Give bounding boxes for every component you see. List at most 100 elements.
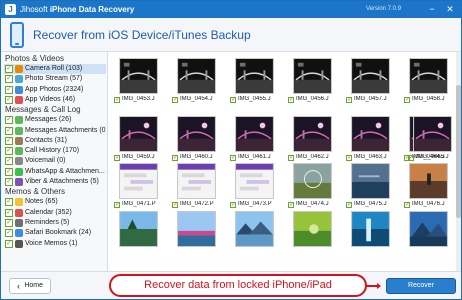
scrollbar-thumb[interactable] [456, 85, 461, 218]
checkbox-icon[interactable]: ✓ [114, 97, 120, 103]
checkbox-icon[interactable]: ✓ [5, 126, 13, 135]
checkbox-icon[interactable]: ✓ [5, 157, 13, 166]
photo-thumbnail[interactable] [351, 58, 390, 94]
sidebar-item[interactable]: ✓ Call History (170) [4, 146, 106, 156]
photo-thumbnail[interactable] [177, 58, 216, 94]
checkbox-icon[interactable]: ✓ [5, 136, 13, 145]
checkbox-icon[interactable]: ✓ [230, 202, 236, 208]
photo-thumbnail[interactable] [119, 211, 158, 247]
sidebar-item[interactable]: ✓ Photo Stream (57) [4, 74, 106, 84]
photo-filename: IMG_0456.J [296, 96, 329, 102]
sidebar-item[interactable]: ✓ Viber & Attachments (5) [4, 177, 106, 187]
checkbox-icon[interactable]: ✓ [346, 202, 352, 208]
sidebar-item-label: Photo Stream (57) [25, 75, 83, 83]
checkbox-icon[interactable]: ✓ [288, 97, 294, 103]
photo-thumbnail[interactable] [409, 163, 448, 199]
photo-thumbnail[interactable] [177, 116, 216, 152]
photo-thumbnail[interactable] [119, 58, 158, 94]
sidebar-item[interactable]: ✓ App Photos (2324) [4, 85, 106, 95]
close-button[interactable]: ✕ [443, 2, 457, 16]
sidebar-item-label: Call History (170) [25, 147, 80, 155]
photo-thumbnail[interactable] [293, 58, 332, 94]
photo-thumbnail[interactable] [413, 116, 452, 152]
photo-thumbnail[interactable] [177, 163, 216, 199]
photo-thumbnail[interactable] [351, 116, 390, 152]
page-header: Recover from iOS Device/iTunes Backup [1, 18, 461, 52]
photo-caption: ✓ IMG_0463.J [346, 154, 394, 161]
photo-thumbnail[interactable] [235, 163, 274, 199]
sidebar-item[interactable]: ✓ Notes (65) [4, 197, 106, 207]
checkbox-icon[interactable]: ✓ [346, 155, 352, 161]
checkbox-icon[interactable]: ✓ [5, 167, 13, 176]
sidebar-item[interactable]: ✓ Voicemail (0) [4, 156, 106, 166]
photo-thumbnail[interactable] [235, 58, 274, 94]
photo-thumbnail[interactable] [119, 163, 158, 199]
sidebar-item[interactable]: ✓ WhatsApp & Attachmen... [4, 167, 106, 177]
checkbox-icon[interactable]: ✓ [404, 97, 410, 103]
checkbox-icon[interactable]: ✓ [230, 155, 236, 161]
photo-thumbnail[interactable] [351, 211, 390, 247]
photo-caption: ✓ IMG_0465.J [408, 154, 456, 161]
checkbox-icon[interactable]: ✓ [5, 116, 13, 125]
sidebar-item[interactable]: ✓ Safari Bookmark (24) [4, 228, 106, 238]
category-icon [15, 147, 23, 156]
checkbox-icon[interactable]: ✓ [5, 75, 13, 84]
photo-filename: IMG_0472.P [180, 201, 214, 207]
chevron-left-icon: ‹ [17, 281, 20, 291]
checkbox-icon[interactable]: ✓ [5, 65, 13, 73]
app-logo-icon: J [5, 4, 16, 15]
checkbox-icon[interactable]: ✓ [5, 229, 13, 238]
checkbox-icon[interactable]: ✓ [230, 97, 236, 103]
category-sidebar: Photos & Videos ✓ Camera Roll (103) ✓ Photo … [1, 52, 108, 271]
minimize-button[interactable]: − [425, 2, 439, 16]
checkbox-icon[interactable]: ✓ [5, 239, 13, 248]
photo-thumbnail[interactable] [351, 163, 390, 199]
sidebar-item[interactable]: ✓ App Videos (46) [4, 95, 106, 105]
checkbox-icon[interactable]: ✓ [288, 155, 294, 161]
sidebar-item[interactable]: ✓ Messages (26) [4, 115, 106, 125]
checkbox-icon[interactable]: ✓ [5, 218, 13, 227]
checkbox-icon[interactable]: ✓ [288, 202, 294, 208]
checkbox-icon[interactable]: ✓ [172, 155, 178, 161]
sidebar-item-label: Reminders (5) [25, 218, 70, 226]
sidebar-item-label: WhatsApp & Attachmen... [25, 167, 105, 175]
photo-filename: IMG_0455.J [238, 96, 271, 102]
photo-thumbnail[interactable] [293, 116, 332, 152]
checkbox-icon[interactable]: ✓ [5, 208, 13, 217]
sidebar-item[interactable]: ✓ Contacts (31) [4, 136, 106, 146]
photo-thumbnail[interactable] [119, 116, 158, 152]
photo-thumbnail[interactable] [177, 211, 216, 247]
sidebar-item[interactable]: ✓ Calendar (352) [4, 208, 106, 218]
checkbox-icon[interactable]: ✓ [172, 97, 178, 103]
checkbox-icon[interactable]: ✓ [404, 202, 410, 208]
app-window: J Jihosoft iPhone Data Recovery Version … [0, 0, 462, 300]
checkbox-icon[interactable]: ✓ [5, 178, 13, 186]
checkbox-icon[interactable]: ✓ [5, 147, 13, 156]
checkbox-icon[interactable]: ✓ [346, 97, 352, 103]
photo-thumbnail[interactable] [409, 211, 448, 247]
home-button[interactable]: ‹ Home [9, 278, 51, 294]
photo-caption: ✓ IMG_0474.J [288, 201, 336, 208]
checkbox-icon[interactable]: ✓ [408, 155, 414, 161]
photo-thumbnail[interactable] [235, 116, 274, 152]
checkbox-icon[interactable]: ✓ [5, 85, 13, 94]
sidebar-item-label: App Photos (2324) [25, 85, 84, 93]
sidebar-item[interactable]: ✓ Voice Memos (1) [4, 239, 106, 249]
sidebar-item[interactable]: ✓ Camera Roll (103) [4, 64, 106, 74]
photo-thumbnail[interactable] [293, 163, 332, 199]
photo-thumbnail[interactable] [409, 58, 448, 94]
recover-button[interactable]: Recover [386, 278, 456, 294]
checkbox-icon[interactable]: ✓ [5, 198, 13, 207]
checkbox-icon[interactable]: ✓ [114, 202, 120, 208]
sidebar-item[interactable]: ✓ Reminders (5) [4, 218, 106, 228]
photo-thumbnail[interactable] [235, 211, 274, 247]
category-icon [15, 239, 23, 248]
checkbox-icon[interactable]: ✓ [172, 202, 178, 208]
photo-thumbnail[interactable] [293, 211, 332, 247]
sidebar-group-label: Memos & Others [5, 187, 66, 197]
sidebar-item[interactable]: ✓ Messages Attachments (0) [4, 126, 106, 136]
checkbox-icon[interactable]: ✓ [114, 155, 120, 161]
photo-filename: IMG_0471.P [122, 201, 156, 207]
checkbox-icon[interactable]: ✓ [5, 95, 13, 104]
gallery-scrollbar[interactable] [456, 52, 461, 271]
